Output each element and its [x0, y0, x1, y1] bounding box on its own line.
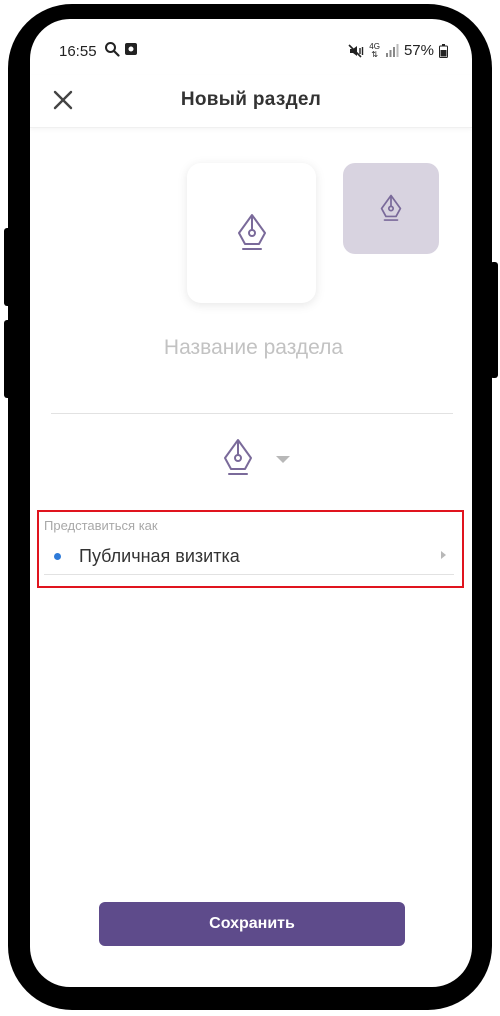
- divider: [51, 413, 453, 414]
- app-screen: 16:55 4G ⇅ 57% Новый раздел Название раз…: [30, 19, 472, 987]
- fountain-pen-icon: [380, 194, 402, 221]
- present-as-value: Публичная визитка: [79, 546, 240, 566]
- screenshot-icon: [125, 43, 137, 55]
- fountain-pen-icon: [224, 439, 252, 475]
- status-left-icons: [104, 41, 138, 57]
- present-as-label: Представиться как: [44, 518, 158, 533]
- status-time: 16:55: [59, 43, 97, 60]
- fountain-pen-icon: [237, 214, 266, 250]
- bullet-dot-icon: [54, 553, 61, 560]
- battery-percent: 57%: [403, 42, 434, 59]
- section-icon-small-preview[interactable]: [343, 163, 439, 254]
- mute-vibrate-icon: [348, 43, 364, 58]
- volume-button: [4, 228, 12, 306]
- battery-icon: [439, 43, 448, 58]
- app-header: Новый раздел: [30, 75, 472, 128]
- bixby-button: [4, 320, 12, 398]
- signal-icon: [385, 44, 399, 57]
- search-icon: [105, 42, 120, 57]
- section-name-input[interactable]: [50, 325, 457, 371]
- caret-down-icon: [276, 455, 290, 463]
- section-icon-preview[interactable]: [187, 163, 316, 303]
- icon-picker-dropdown[interactable]: [220, 432, 320, 484]
- 4g-icon: 4G ⇅: [369, 41, 380, 59]
- save-button[interactable]: Сохранить: [99, 902, 405, 946]
- chevron-right-icon: [441, 551, 446, 559]
- page-title: Новый раздел: [180, 89, 322, 110]
- present-as-select[interactable]: Публичная визитка: [44, 538, 454, 575]
- network-type: 4G: [369, 41, 380, 51]
- status-right-icons: 4G ⇅ 57%: [348, 42, 448, 59]
- status-bar: 16:55 4G ⇅ 57%: [30, 38, 472, 64]
- power-button: [490, 262, 498, 378]
